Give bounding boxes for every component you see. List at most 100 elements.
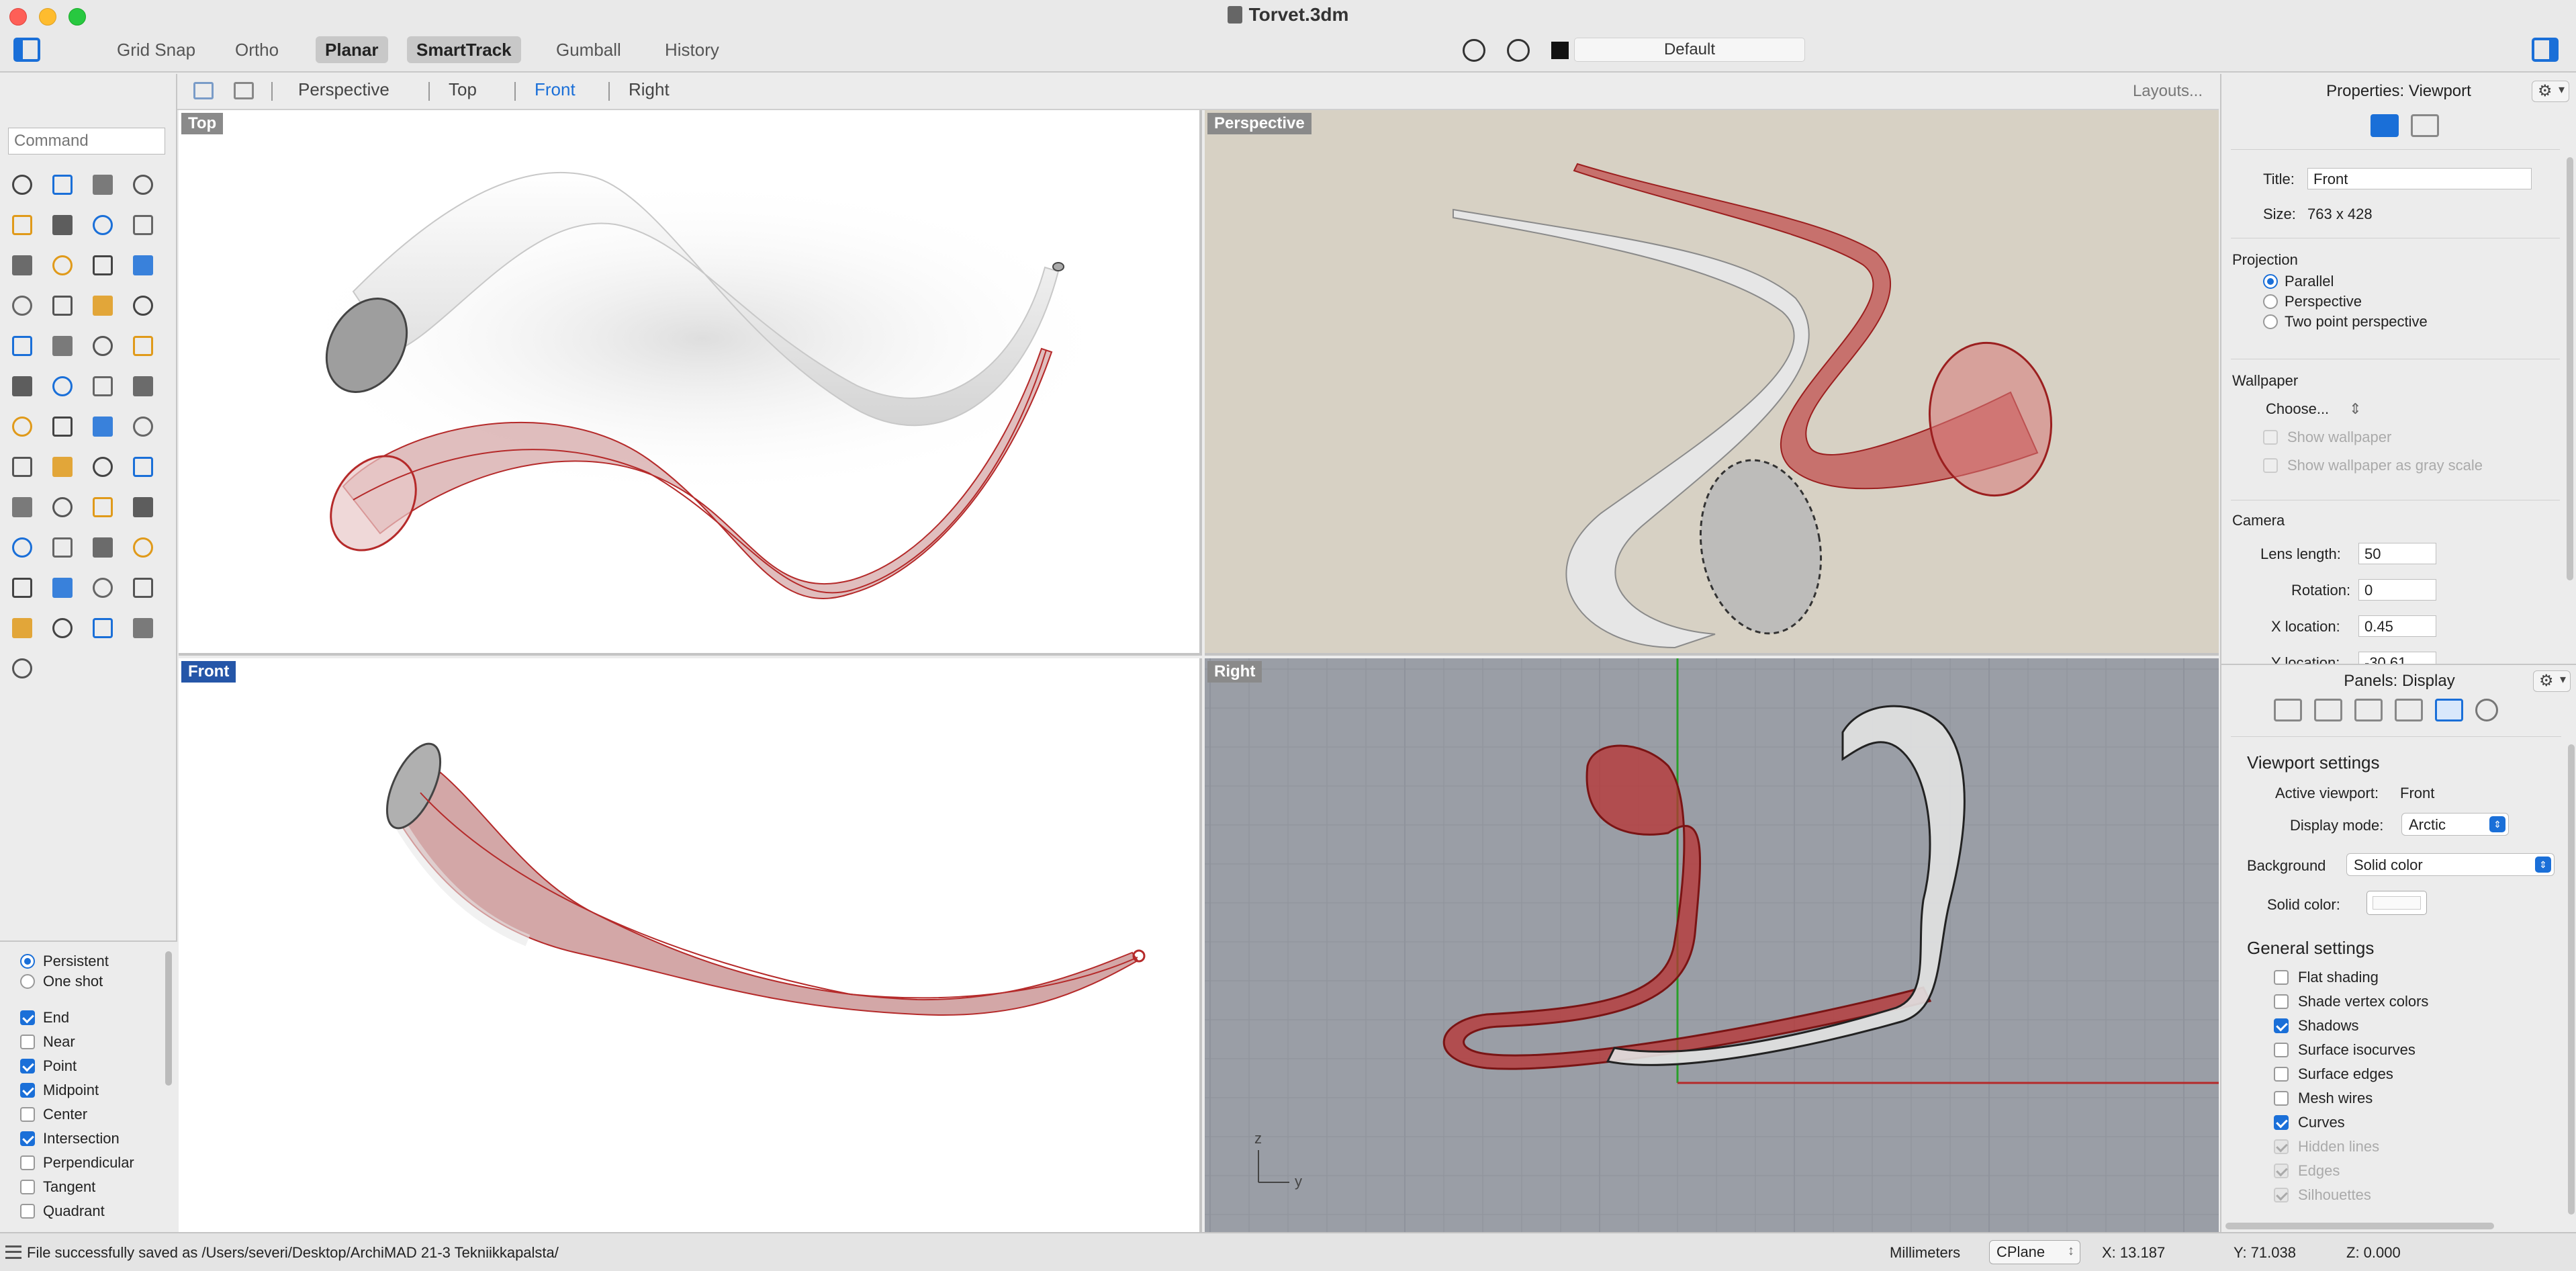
radio-button[interactable] — [20, 954, 35, 969]
split-icon[interactable] — [129, 332, 157, 360]
analyze-icon[interactable] — [48, 412, 77, 441]
circle-icon[interactable] — [8, 211, 36, 239]
viewport-right[interactable]: z y Right — [1205, 658, 2219, 1232]
tab-right[interactable]: Right — [629, 79, 670, 100]
tab-front[interactable]: Front — [535, 79, 576, 100]
checkbox[interactable] — [20, 1083, 35, 1098]
dimension-tree-icon[interactable] — [8, 654, 36, 683]
dimension-icon[interactable] — [48, 372, 77, 400]
zoom-icon[interactable] — [8, 493, 36, 521]
checkbox[interactable] — [2263, 458, 2278, 473]
viewport-label-front[interactable]: Front — [181, 661, 236, 683]
surface-icon[interactable] — [89, 251, 117, 279]
projection-perspective[interactable]: Perspective — [2263, 293, 2362, 310]
projection-two-point-perspective[interactable]: Two point perspective — [2263, 313, 2428, 331]
layout-icon[interactable] — [129, 533, 157, 562]
current-layer-field[interactable]: Default — [1574, 38, 1805, 62]
history-toggle[interactable]: History — [655, 36, 729, 63]
checkbox[interactable] — [20, 1180, 35, 1194]
trim-icon[interactable] — [89, 332, 117, 360]
viewport-label-perspective[interactable]: Perspective — [1207, 113, 1312, 134]
checkbox[interactable] — [20, 1204, 35, 1219]
units-label[interactable]: Millimeters — [1890, 1244, 1960, 1262]
project-icon[interactable] — [129, 412, 157, 441]
osnap-tangent[interactable]: Tangent — [20, 1177, 95, 1197]
mesh-icon[interactable] — [48, 332, 77, 360]
cylinder-icon[interactable] — [89, 292, 117, 320]
osnap-end[interactable]: End — [20, 1008, 69, 1028]
command-input[interactable] — [8, 128, 165, 155]
radio-button[interactable] — [20, 974, 35, 989]
rotation-field[interactable]: 0 — [2358, 579, 2436, 601]
osnap-point[interactable]: Point — [20, 1056, 77, 1076]
setting-shade-vertex-colors[interactable]: Shade vertex colors — [2274, 993, 2428, 1010]
gumball-toggle[interactable]: Gumball — [547, 36, 631, 63]
osnap-scrollbar[interactable] — [165, 951, 172, 1086]
solid-edit-icon[interactable] — [129, 292, 157, 320]
background-dropdown[interactable]: Solid color ⇕ — [2346, 853, 2555, 876]
checkbox[interactable] — [20, 1059, 35, 1073]
setting-shadows[interactable]: Shadows — [2274, 1017, 2359, 1035]
radio-button[interactable] — [2263, 274, 2278, 289]
target-icon[interactable] — [1507, 39, 1530, 62]
osnap-perpendicular[interactable]: Perpendicular — [20, 1153, 134, 1173]
pan-icon[interactable] — [89, 533, 117, 562]
display-icon[interactable] — [2435, 699, 2463, 721]
setting-flat-shading[interactable]: Flat shading — [2274, 969, 2379, 986]
checkbox[interactable] — [20, 1010, 35, 1025]
layouts-button[interactable]: Layouts... — [2133, 82, 2203, 101]
checkbox[interactable] — [20, 1107, 35, 1122]
light-icon[interactable] — [8, 574, 36, 602]
checkbox[interactable] — [2263, 430, 2278, 445]
zoom-selected-icon[interactable] — [129, 493, 157, 521]
polygon-icon[interactable] — [8, 251, 36, 279]
osnap-mode-one-shot[interactable]: One shot — [20, 971, 103, 992]
ortho-toggle[interactable]: Ortho — [226, 36, 288, 63]
zoom-extents-icon[interactable] — [89, 493, 117, 521]
object-icon[interactable] — [2354, 699, 2383, 721]
box-icon[interactable] — [8, 292, 36, 320]
cplane-dropdown[interactable]: CPlane — [1989, 1240, 2080, 1264]
block-icon[interactable] — [8, 412, 36, 441]
osnap-quadrant[interactable]: Quadrant — [20, 1201, 105, 1221]
checkbox[interactable] — [2274, 1043, 2289, 1057]
rotate-view-icon[interactable] — [8, 533, 36, 562]
color-wheel-icon[interactable] — [129, 574, 157, 602]
grid-snap-toggle[interactable]: Grid Snap — [107, 36, 205, 63]
viewport-label-top[interactable]: Top — [181, 113, 224, 134]
grid-sphere-icon[interactable] — [48, 614, 77, 642]
boolean-icon[interactable] — [8, 332, 36, 360]
curve-icon[interactable] — [129, 171, 157, 199]
lens-length-field[interactable]: 50 — [2358, 543, 2436, 564]
osnap-midpoint[interactable]: Midpoint — [20, 1080, 99, 1100]
array-icon[interactable] — [89, 372, 117, 400]
help-icon[interactable] — [2475, 699, 2498, 721]
right-sidebar-toggle-icon[interactable] — [2532, 38, 2559, 62]
y-location-field[interactable]: -30.61 — [2358, 652, 2436, 664]
clipboard-icon[interactable] — [8, 453, 36, 481]
wire-sphere-icon[interactable] — [8, 614, 36, 642]
viewport-title-field[interactable]: Front — [2307, 168, 2532, 189]
layers-icon[interactable] — [2274, 699, 2302, 721]
checkbox[interactable] — [2274, 970, 2289, 985]
viewport-perspective[interactable]: Perspective — [1205, 110, 2219, 656]
setting-surface-edges[interactable]: Surface edges — [2274, 1065, 2393, 1083]
zoom-window-icon[interactable] — [48, 493, 77, 521]
setting-surface-isocurves[interactable]: Surface isocurves — [2274, 1041, 2416, 1059]
record-history-icon[interactable] — [1463, 39, 1485, 62]
osnap-near[interactable]: Near — [20, 1032, 75, 1052]
wallpaper-choose-dropdown[interactable]: Choose... ⇕ — [2266, 400, 2362, 418]
checkbox[interactable] — [2274, 1091, 2289, 1106]
extrude-surface-icon[interactable] — [129, 251, 157, 279]
radio-button[interactable] — [2263, 294, 2278, 309]
check-icon[interactable] — [48, 453, 77, 481]
history-icon[interactable] — [89, 453, 117, 481]
transform-icon[interactable] — [129, 372, 157, 400]
display-mode-dropdown[interactable]: Arctic ⇕ — [2401, 813, 2509, 836]
command-history-icon[interactable] — [5, 1245, 21, 1259]
rectangle-icon[interactable] — [129, 211, 157, 239]
checkbox[interactable] — [2274, 1115, 2289, 1130]
wallpaper-option-1[interactable]: Show wallpaper as gray scale — [2263, 457, 2483, 474]
shaded-sphere-icon[interactable] — [89, 614, 117, 642]
text-icon[interactable] — [8, 372, 36, 400]
